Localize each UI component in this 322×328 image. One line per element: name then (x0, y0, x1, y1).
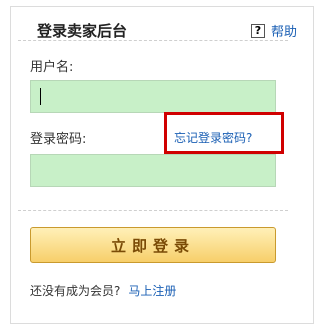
login-button[interactable]: 立即登录 (30, 227, 276, 263)
help-icon[interactable]: ? (250, 23, 265, 38)
username-label: 用户名: (30, 60, 74, 75)
divider-bottom (18, 210, 288, 211)
help-link[interactable]: 帮助 (271, 21, 297, 40)
help-section[interactable]: ? 帮助 (250, 21, 297, 40)
register-link[interactable]: 马上注册 (128, 282, 176, 299)
register-prompt: 还没有成为会员? (30, 284, 121, 298)
panel-title: 登录卖家后台 (37, 22, 128, 40)
username-input[interactable] (30, 80, 276, 113)
password-input[interactable] (30, 154, 276, 187)
password-label: 登录密码: (30, 132, 87, 147)
forgot-password-link[interactable]: 忘记登录密码? (174, 129, 252, 146)
panel-header: 登录卖家后台 ? 帮助 (11, 7, 313, 47)
text-caret (40, 88, 41, 105)
divider-top (18, 40, 288, 41)
register-footer: 还没有成为会员? 马上注册 (30, 282, 176, 299)
